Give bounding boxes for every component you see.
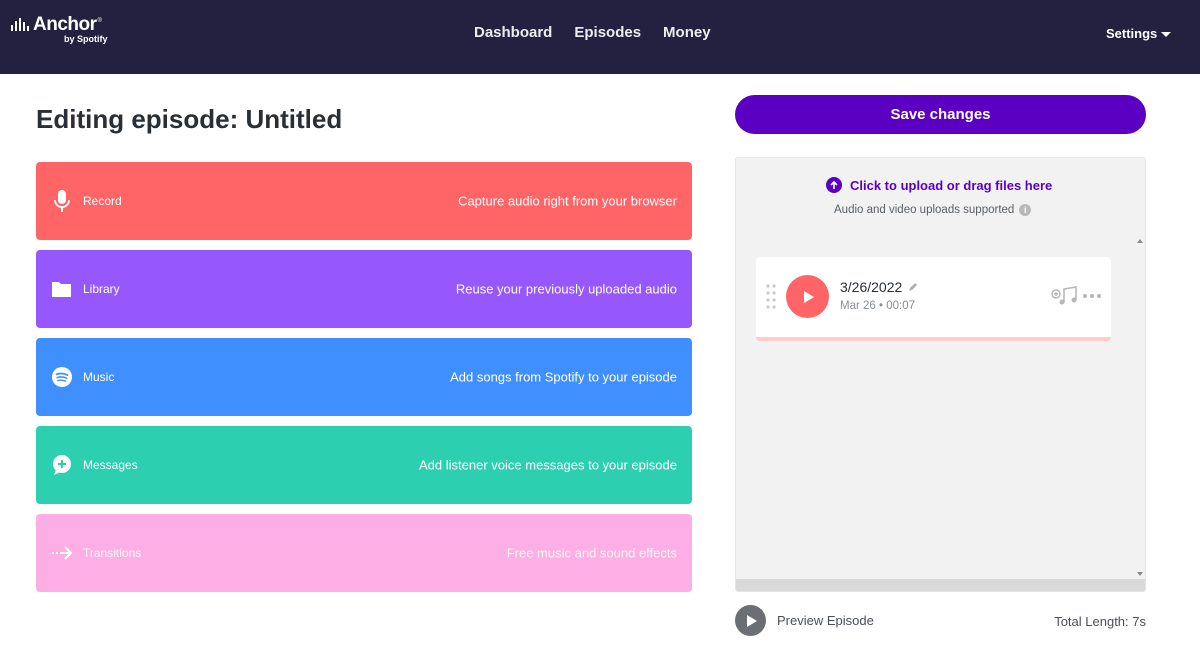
top-navigation-bar: Anchor ® by Spotify Dashboard Episodes M…: [0, 0, 1200, 74]
play-icon: [803, 290, 814, 303]
spotify-icon: [52, 367, 72, 387]
nav-episodes[interactable]: Episodes: [574, 24, 641, 41]
anchor-logo[interactable]: Anchor ® by Spotify: [10, 14, 108, 44]
tool-card-record[interactable]: Record Capture audio right from your bro…: [36, 162, 692, 240]
upload-note-text: Audio and video uploads supported: [834, 204, 1015, 216]
scroll-down-arrow-icon[interactable]: [1137, 572, 1143, 576]
upload-icon: [826, 177, 842, 193]
preview-label: Preview Episode: [777, 613, 874, 628]
total-length: Total Length: 7s: [1054, 614, 1146, 629]
pencil-icon[interactable]: [908, 282, 918, 292]
segment-actions: [1051, 285, 1101, 307]
episode-tools: Record Capture audio right from your bro…: [36, 162, 692, 602]
main-nav: Dashboard Episodes Money: [474, 24, 711, 41]
info-icon[interactable]: i: [1019, 204, 1032, 216]
microphone-icon: [54, 190, 70, 212]
folder-icon: [52, 282, 71, 297]
audio-segment[interactable]: 3/26/2022 Mar 26 • 00:07: [756, 257, 1111, 341]
save-changes-button[interactable]: Save changes: [735, 95, 1146, 134]
page-title: Editing episode: Untitled: [36, 104, 343, 134]
tool-description: Free music and sound effects: [506, 545, 677, 561]
brand-name: Anchor: [33, 14, 97, 35]
preview-episode-button[interactable]: Preview Episode: [735, 605, 874, 636]
nav-dashboard[interactable]: Dashboard: [474, 24, 552, 41]
tool-card-library[interactable]: Library Reuse your previously uploaded a…: [36, 250, 692, 328]
upload-label: Click to upload or drag files here: [850, 177, 1053, 193]
more-options-icon[interactable]: [1083, 294, 1101, 298]
arrow-right-icon: [52, 546, 73, 560]
tool-card-transitions[interactable]: Transitions Free music and sound effects: [36, 514, 692, 592]
preview-play-icon: [735, 605, 766, 636]
tool-name: Record: [83, 194, 122, 208]
segment-meta: Mar 26 • 00:07: [840, 300, 915, 312]
settings-label: Settings: [1106, 26, 1158, 41]
tool-description: Reuse your previously uploaded audio: [455, 281, 677, 297]
segment-title-text[interactable]: 3/26/2022: [840, 279, 902, 295]
brand-subtitle: by Spotify: [64, 34, 108, 44]
add-background-music-icon[interactable]: [1051, 285, 1079, 307]
anchor-wave-icon: [11, 18, 29, 31]
tool-name: Library: [83, 282, 120, 296]
message-plus-icon: [53, 455, 71, 475]
vertical-scrollbar[interactable]: [1135, 236, 1145, 579]
tool-description: Add listener voice messages to your epis…: [419, 457, 677, 473]
segment-title: 3/26/2022: [840, 279, 918, 295]
caret-down-icon: [1161, 32, 1172, 37]
segment-progress-bar: [756, 337, 1111, 341]
tool-description: Add songs from Spotify to your episode: [450, 369, 677, 385]
brand-registered-mark: ®: [97, 18, 102, 24]
settings-menu[interactable]: Settings: [1106, 26, 1172, 41]
upload-drop-zone[interactable]: Click to upload or drag files here: [826, 177, 1052, 193]
nav-money[interactable]: Money: [663, 24, 711, 41]
tool-name: Music: [83, 370, 115, 384]
drag-handle-icon[interactable]: [765, 283, 777, 311]
tool-description: Capture audio right from your browser: [458, 193, 677, 209]
tool-name: Transitions: [83, 546, 142, 560]
tool-card-music[interactable]: Music Add songs from Spotify to your epi…: [36, 338, 692, 416]
episode-timeline-panel: Click to upload or drag files here Audio…: [735, 157, 1146, 592]
tool-name: Messages: [83, 458, 138, 472]
scroll-up-arrow-icon[interactable]: [1137, 239, 1143, 243]
segment-play-button[interactable]: [786, 275, 829, 318]
tool-card-messages[interactable]: Messages Add listener voice messages to …: [36, 426, 692, 504]
upload-note: Audio and video uploads supported i: [834, 204, 1032, 216]
horizontal-scrollbar[interactable]: [736, 579, 1145, 591]
